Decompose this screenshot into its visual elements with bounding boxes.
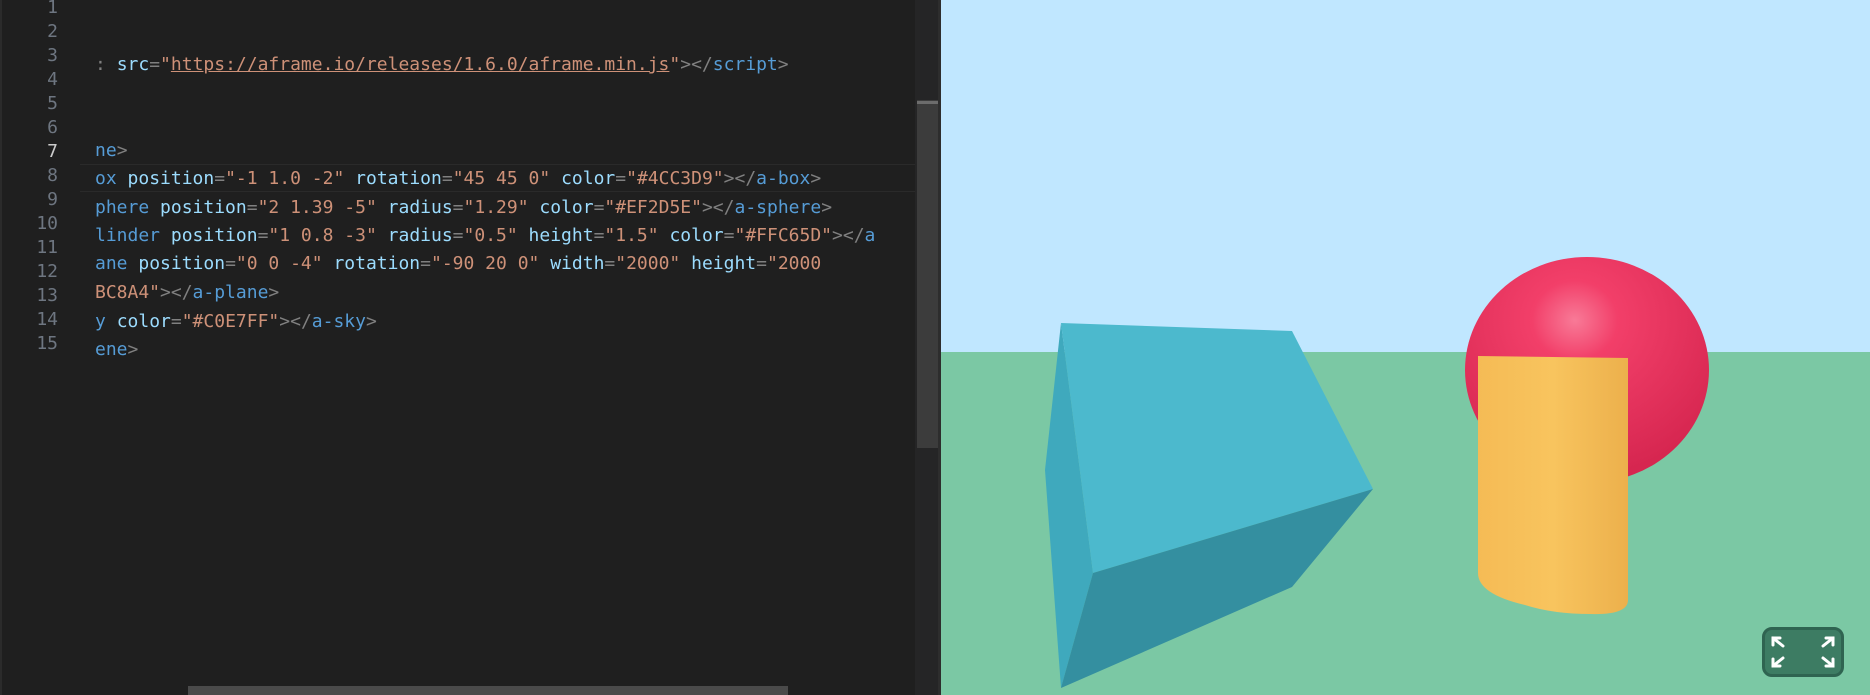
code-line-6: ne> (95, 137, 128, 165)
token-tag: a-plane (192, 282, 269, 303)
token: > (821, 197, 833, 218)
code-line-7: ox position="-1 1.0 -2" rotation="45 45 … (95, 168, 822, 189)
code-line-11: BC8A4"></a-plane> (95, 279, 279, 307)
token-str: "-90 20 0" (431, 253, 540, 274)
token: > (116, 140, 128, 161)
token-str: "1 0.8 -3" (268, 225, 377, 246)
token-tag: linder (95, 225, 161, 246)
token-tag: a-sky (311, 311, 366, 332)
token-str: " (669, 54, 681, 75)
token: > (365, 311, 377, 332)
token-tag: script (712, 54, 778, 75)
token-str: "45 45 0" (452, 168, 551, 189)
token-str: "2 1.39 -5" (257, 197, 377, 218)
token-attr: radius (387, 197, 453, 218)
token: ></ (160, 282, 193, 303)
token-attr: width (550, 253, 605, 274)
token-str: "2000" (615, 253, 681, 274)
token-str: "0.5" (463, 225, 518, 246)
vertical-scrollbar-thumb[interactable] (917, 100, 938, 448)
token-attr: rotation (355, 168, 442, 189)
token: > (810, 168, 822, 189)
token-tag: ne (95, 140, 117, 161)
code-line-3: : src="https://aframe.io/releases/1.6.0/… (95, 51, 789, 79)
code-line-12: y color="#C0E7FF"></a-sky> (95, 311, 377, 332)
token-tag: ene (95, 339, 128, 360)
code-line-10: ane position="0 0 -4" rotation="-90 20 0… (95, 253, 822, 274)
token-str: "#C0E7FF" (181, 311, 280, 332)
token: ></ (701, 197, 735, 218)
token-attr: position (170, 225, 258, 246)
token-attr: color (539, 197, 594, 218)
token: : (95, 54, 117, 75)
token: > (268, 282, 280, 303)
token: > (777, 54, 789, 75)
token-attr: src (116, 54, 150, 75)
token-tag: a (864, 225, 876, 246)
token-str: "0 0 -4" (235, 253, 323, 274)
token-attr: rotation (333, 253, 421, 274)
token: > (127, 339, 139, 360)
token-attr: position (160, 197, 247, 218)
line-number: 15 (36, 333, 58, 354)
code-area[interactable]: : src="https://aframe.io/releases/1.6.0/… (95, 0, 940, 695)
token: ></ (832, 225, 865, 246)
token-str: "#4CC3D9" (626, 168, 724, 189)
token-attr: color (116, 311, 171, 332)
line-number-gutter: 1 2 3 4 5 6 7 8 9 10 11 12 13 14 15 (0, 0, 80, 695)
scrollbar-position-marker (917, 101, 938, 104)
token-str: " (160, 54, 171, 75)
token: = (149, 54, 161, 75)
token-str: "1.29" (463, 197, 529, 218)
token-str: "#EF2D5E" (604, 197, 702, 218)
token-str: "#FFC65D" (734, 225, 833, 246)
token-str: "1.5" (604, 225, 659, 246)
token-tag: ox (95, 168, 117, 189)
fullscreen-button[interactable] (1762, 627, 1844, 677)
token: ></ (680, 54, 713, 75)
token-attr: radius (387, 225, 453, 246)
code-line-13: ene> (95, 336, 138, 364)
token-attr: color (561, 168, 616, 189)
token-tag: ane (95, 253, 128, 274)
horizontal-scrollbar-thumb[interactable] (188, 686, 788, 695)
token-attr: color (669, 225, 724, 246)
token-attr: position (138, 253, 226, 274)
token-str: "-1 1.0 -2" (225, 168, 345, 189)
token-str: "2000 (767, 253, 822, 274)
scene-canvas[interactable] (941, 0, 1870, 695)
code-editor[interactable]: 1 2 3 4 5 6 7 8 9 10 11 12 13 14 15 : sr… (0, 0, 940, 695)
sky (941, 0, 1870, 352)
token-tag: y (95, 311, 106, 332)
aframe-preview-pane[interactable] (941, 0, 1870, 695)
code-line-8: phere position="2 1.39 -5" radius="1.29"… (95, 197, 833, 218)
code-line-9: linder position="1 0.8 -3" radius="0.5" … (95, 225, 876, 246)
cylinder (1478, 356, 1628, 615)
token: ></ (723, 168, 757, 189)
token-attr: height (691, 253, 757, 274)
script-src-link[interactable]: https://aframe.io/releases/1.6.0/aframe.… (171, 54, 670, 75)
token: ></ (279, 311, 312, 332)
fullscreen-icon (1771, 636, 1835, 668)
token-attr: position (127, 168, 215, 189)
token-attr: height (528, 225, 594, 246)
token-tag: a-sphere (734, 197, 822, 218)
token-tag: a-box (756, 168, 811, 189)
token-tag: phere (95, 197, 150, 218)
token-str: BC8A4" (95, 282, 161, 303)
